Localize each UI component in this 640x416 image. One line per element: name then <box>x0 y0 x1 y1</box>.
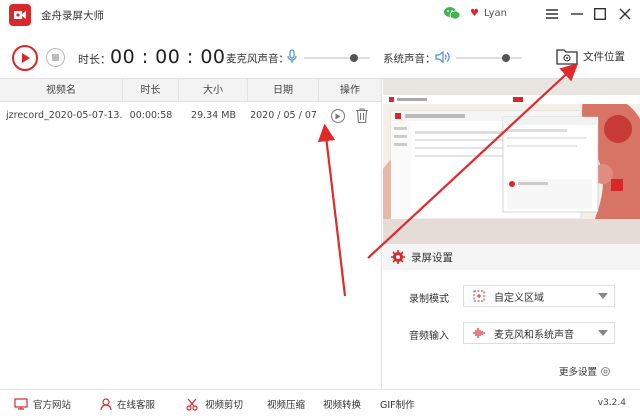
video-record-icon <box>9 4 31 26</box>
video-cut-label: 视频剪切 <box>205 400 244 411</box>
stop-button[interactable] <box>46 48 65 67</box>
recording-settings-panel: 录制模式 自定义区域 音频输入 麦克风和系统声音 更多设置 <box>383 270 640 389</box>
column-header-date[interactable]: 日期 <box>248 79 319 102</box>
column-header-size[interactable]: 大小 <box>179 79 248 102</box>
microphone-icon[interactable] <box>287 49 297 65</box>
video-compress-label: 视频压缩 <box>267 400 306 411</box>
system-slider-handle[interactable] <box>501 54 510 62</box>
column-header-actions: 操作 <box>340 85 360 96</box>
more-settings-button[interactable]: 更多设置 <box>559 364 611 378</box>
file-location-label: 文件位置 <box>583 50 625 63</box>
close-icon[interactable] <box>617 6 633 22</box>
scissors-icon <box>186 398 198 411</box>
duration-label: 时长： <box>78 53 111 66</box>
user-area[interactable]: ♥ Lyan <box>444 6 507 20</box>
video-compress-link[interactable]: 视频压缩 <box>267 397 305 411</box>
cell-size: 29.34 MB <box>191 110 236 121</box>
audio-input-value: 麦克风和系统声音 <box>494 329 574 341</box>
video-convert-link[interactable]: 视频转换 <box>323 397 361 411</box>
monitor-icon <box>14 398 28 410</box>
official-site-label: 官方网站 <box>33 400 72 411</box>
online-support-link[interactable]: 在线客服 <box>100 397 155 411</box>
trash-icon[interactable] <box>356 108 368 123</box>
table-header: 视频名 时长 大小 日期 操作 <box>0 79 381 102</box>
record-mode-label: 录制模式 <box>409 294 449 305</box>
more-settings-label: 更多设置 <box>559 367 598 378</box>
user-name: Lyan <box>483 7 508 19</box>
gear-icon <box>391 250 405 264</box>
table-row[interactable]: jzrecord_2020-05-07-13... 00:00:58 29.34… <box>0 103 381 129</box>
minimize-icon[interactable] <box>569 6 585 22</box>
record-mode-value: 自定义区域 <box>494 292 544 304</box>
mic-volume-slider[interactable] <box>304 54 370 62</box>
play-icon <box>335 113 341 119</box>
app-title: 金舟录屏大师 <box>41 9 104 22</box>
mic-slider-handle[interactable] <box>349 54 358 62</box>
video-convert-label: 视频转换 <box>323 400 362 411</box>
gear-icon <box>601 366 611 376</box>
chevron-down-icon <box>598 293 608 299</box>
user-icon <box>100 397 112 410</box>
recording-settings-header: 录屏设置 <box>383 244 640 270</box>
official-site-link[interactable]: 官方网站 <box>14 397 71 411</box>
cell-duration: 00:00:58 <box>129 110 173 121</box>
maximize-icon[interactable] <box>592 6 608 22</box>
audio-input-select[interactable]: 麦克风和系统声音 <box>463 322 615 344</box>
file-location-button[interactable]: 文件位置 <box>556 47 625 65</box>
gif-maker-link[interactable]: GIF制作 <box>380 397 415 411</box>
heart-icon: ♥ <box>470 7 479 19</box>
cell-video-name: jzrecord_2020-05-07-13... <box>6 110 123 121</box>
audio-input-label: 音频输入 <box>409 331 449 342</box>
hamburger-icon[interactable] <box>544 6 560 22</box>
system-volume-slider[interactable] <box>456 54 522 62</box>
chevron-down-icon <box>598 330 608 336</box>
gif-maker-label: GIF制作 <box>380 400 415 411</box>
region-icon <box>473 290 485 302</box>
play-icon <box>22 53 30 63</box>
column-header-duration[interactable]: 时长 <box>123 79 179 102</box>
mic-volume-label: 麦克风声音： <box>226 53 289 65</box>
footer-bar: 官方网站 在线客服 视频剪切 视频压缩 视频转换 GIF制作 v3.2.4 <box>0 389 640 416</box>
record-toolbar: 时长： 00 : 00 : 00 麦克风声音： 系统声音： 文件位置 <box>0 38 640 78</box>
play-video-button[interactable] <box>331 109 345 123</box>
speaker-icon[interactable] <box>434 49 450 65</box>
online-support-label: 在线客服 <box>117 400 156 411</box>
folder-icon <box>556 49 578 65</box>
stop-icon <box>52 54 59 61</box>
record-button[interactable] <box>12 45 38 71</box>
system-volume-label: 系统声音： <box>383 53 436 65</box>
wechat-icon <box>444 7 460 20</box>
cell-date: 2020 / 05 / 07 <box>250 110 317 121</box>
duration-value: 00 : 00 : 00 <box>110 46 226 68</box>
version-label: v3.2.4 <box>597 398 626 408</box>
recordings-table: 视频名 时长 大小 日期 操作 jzrecord_2020-05-07-13..… <box>0 79 382 389</box>
sound-wave-icon <box>473 328 485 338</box>
record-mode-select[interactable]: 自定义区域 <box>463 285 615 307</box>
recording-preview <box>383 79 640 244</box>
column-header-name[interactable]: 视频名 <box>0 79 123 102</box>
video-cut-link[interactable]: 视频剪切 <box>186 397 243 411</box>
recording-settings-title: 录屏设置 <box>411 251 453 264</box>
preview-screenshot <box>383 79 640 244</box>
